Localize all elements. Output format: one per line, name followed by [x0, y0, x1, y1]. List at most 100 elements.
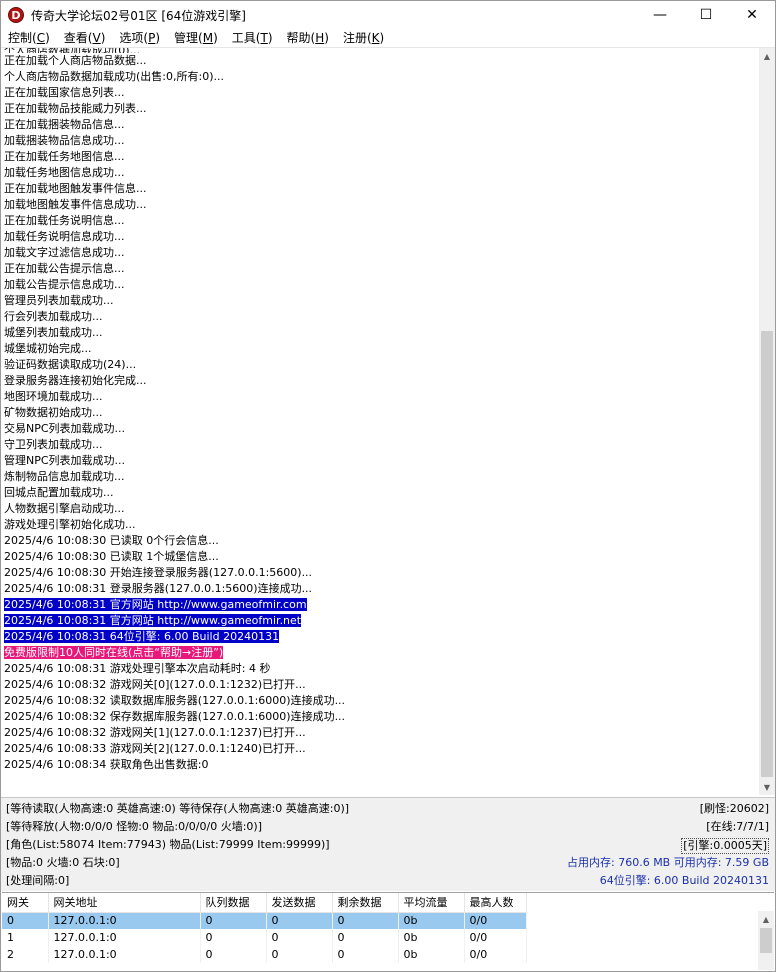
log-text: 2025/4/6 10:08:30 已读取 1个城堡信息... — [4, 550, 219, 563]
menu-item-label: 工具 — [231, 31, 256, 45]
log-line: 加载地图触发事件信息成功... — [2, 197, 759, 213]
log-text: 管理NPC列表加载成功... — [4, 454, 126, 467]
column-header[interactable]: 队列数据 — [200, 893, 267, 913]
log-line: 2025/4/6 10:08:31 官方网站 http://www.gameof… — [2, 613, 759, 629]
log-line: 2025/4/6 10:08:30 开始连接登录服务器(127.0.0.1:56… — [2, 565, 759, 581]
column-header[interactable]: 网关地址 — [48, 893, 201, 913]
log-line: 管理员列表加载成功... — [2, 293, 759, 309]
log-line: 登录服务器连接初始化完成... — [2, 373, 759, 389]
menu-item-v[interactable]: 查看(V) — [57, 29, 113, 47]
log-line: 地图环境加载成功... — [2, 389, 759, 405]
table-row[interactable]: 2 127.0.0.1:0 0 0 0 0b 0/0 — [2, 946, 527, 963]
table-cell: 0/0 — [464, 946, 527, 963]
log-line: 个人商店物品数据加载成功(出售:0,所有:0)... — [2, 69, 759, 85]
object-count-status: [物品:0 火墙:0 石块:0] — [6, 856, 120, 869]
table-cell: 0 — [332, 946, 399, 963]
app-logo-icon[interactable]: D — [8, 7, 24, 23]
table-row[interactable]: 1 127.0.0.1:0 0 0 0 0b 0/0 — [2, 929, 527, 946]
log-text: 加载任务说明信息成功... — [4, 230, 125, 243]
table-scrollbar[interactable]: ▲ — [758, 911, 774, 970]
menu-item-h[interactable]: 帮助(H) — [280, 29, 336, 47]
log-line: 2025/4/6 10:08:30 已读取 0个行会信息... — [2, 533, 759, 549]
log-text: 城堡列表加载成功... — [4, 326, 103, 339]
menu-item-label: 帮助 — [286, 31, 311, 45]
highlighted-log-text: 2025/4/6 10:08:31 64位引擎: 6.00 Build 2024… — [4, 630, 280, 643]
log-text: 交易NPC列表加载成功... — [4, 422, 126, 435]
maximize-button[interactable]: ☐ — [683, 1, 729, 29]
window-title: 传奇大学论坛02号01区 [64位游戏引擎] — [31, 8, 246, 23]
log-text: 加载公告提示信息成功... — [4, 278, 125, 291]
column-header[interactable]: 发送数据 — [266, 893, 333, 913]
log-text: 正在加载个人商店物品数据... — [4, 54, 147, 67]
column-header[interactable]: 平均流量 — [398, 893, 465, 913]
log-text: 正在加载任务说明信息... — [4, 214, 125, 227]
column-header[interactable]: 剩余数据 — [332, 893, 399, 913]
log-text: 回城点配置加载成功... — [4, 486, 114, 499]
menu-accelerator: P — [148, 31, 156, 45]
log-line: 验证码数据读取成功(24)... — [2, 357, 759, 373]
menu-item-label: 查看 — [63, 31, 88, 45]
log-text: 个人商店物品数据加载成功(出售:0,所有:0)... — [4, 70, 224, 83]
menu-item-label: 管理 — [174, 31, 199, 45]
table-cell: 0/0 — [464, 929, 527, 946]
log-line: 加载公告提示信息成功... — [2, 277, 759, 293]
log-line: 正在加载个人商店物品数据... — [2, 53, 759, 69]
log-line: 加载任务说明信息成功... — [2, 229, 759, 245]
table-cell: 0 — [200, 912, 267, 929]
log-line: 回城点配置加载成功... — [2, 485, 759, 501]
menu-item-t[interactable]: 工具(T) — [225, 29, 280, 47]
table-cell: 0/0 — [464, 912, 527, 929]
table-cell: 0b — [398, 929, 465, 946]
log-line: 正在加载任务地图信息... — [2, 149, 759, 165]
log-output[interactable]: 个人商店数据加载成功(0)... 正在加载个人商店物品数据...个人商店物品数据… — [2, 48, 759, 795]
close-button[interactable]: ✕ — [729, 1, 775, 29]
log-text: 行会列表加载成功... — [4, 310, 103, 323]
scroll-down-arrow-icon[interactable]: ▼ — [759, 779, 775, 795]
menu-accelerator: C — [36, 31, 46, 45]
log-line: 行会列表加载成功... — [2, 309, 759, 325]
menu-item-k[interactable]: 注册(K) — [336, 29, 391, 47]
log-line: 加载捆装物品信息成功... — [2, 133, 759, 149]
minimize-button[interactable]: — — [637, 1, 683, 29]
menu-item-m[interactable]: 管理(M) — [167, 29, 225, 47]
table-cell: 0 — [266, 912, 333, 929]
log-line: 正在加载捆装物品信息... — [2, 117, 759, 133]
scroll-up-arrow-icon[interactable]: ▲ — [759, 48, 775, 64]
table-scrollbar-thumb[interactable] — [760, 928, 772, 953]
menu-item-c[interactable]: 控制(C) — [1, 29, 57, 47]
column-header[interactable]: 网关 — [2, 893, 49, 913]
table-row[interactable]: 0 127.0.0.1:0 0 0 0 0b 0/0 — [2, 912, 527, 929]
release-queue-status: [等待释放(人物:0/0/0 怪物:0 物品:0/0/0/0 火墙:0)] — [6, 820, 262, 833]
highlighted-log-text: 2025/4/6 10:08:31 官方网站 http://www.gameof… — [4, 598, 307, 611]
log-line: 城堡列表加载成功... — [2, 325, 759, 341]
log-line: 加载文字过滤信息成功... — [2, 245, 759, 261]
table-cell: 0 — [266, 929, 333, 946]
column-header[interactable]: 最高人数 — [464, 893, 527, 913]
log-text: 正在加载地图触发事件信息... — [4, 182, 147, 195]
log-line: 炼制物品信息加载成功... — [2, 469, 759, 485]
log-text: 矿物数据初始成功... — [4, 406, 103, 419]
menu-item-label: 注册 — [342, 31, 367, 45]
online-count-status: [在线:7/7/1] — [706, 820, 769, 833]
log-text: 人物数据引擎启动成功... — [4, 502, 125, 515]
menu-accelerator: H — [315, 31, 325, 45]
status-panel: [等待读取(人物高速:0 英雄高速:0) 等待保存(人物高速:0 英雄高速:0)… — [1, 797, 775, 891]
server-window: D 传奇大学论坛02号01区 [64位游戏引擎] — ☐ ✕ 控制(C) 查看(V… — [0, 0, 776, 972]
menu-item-label: 选项 — [119, 31, 144, 45]
menu-item-p[interactable]: 选项(P) — [112, 29, 167, 47]
log-text: 城堡城初始完成... — [4, 342, 92, 355]
table-cell: 0 — [332, 912, 399, 929]
scroll-up-arrow-icon[interactable]: ▲ — [758, 911, 774, 927]
log-text: 正在加载捆装物品信息... — [4, 118, 125, 131]
log-scrollbar-thumb[interactable] — [761, 331, 773, 777]
title-bar[interactable]: D 传奇大学论坛02号01区 [64位游戏引擎] — ☐ ✕ — [1, 1, 775, 29]
process-interval-status: [处理间隔:0] — [6, 874, 70, 887]
log-line: 2025/4/6 10:08:32 游戏网关[0](127.0.0.1:1232… — [2, 677, 759, 693]
table-cell: 0 — [2, 912, 49, 929]
menu-item-label: 控制 — [8, 31, 33, 45]
engine-uptime-status[interactable]: [引擎:0.0005天] — [681, 838, 769, 854]
log-line: 游戏处理引擎初始化成功... — [2, 517, 759, 533]
log-line: 城堡城初始完成... — [2, 341, 759, 357]
log-scrollbar[interactable]: ▲ ▼ — [759, 48, 775, 795]
log-text: 加载捆装物品信息成功... — [4, 134, 125, 147]
